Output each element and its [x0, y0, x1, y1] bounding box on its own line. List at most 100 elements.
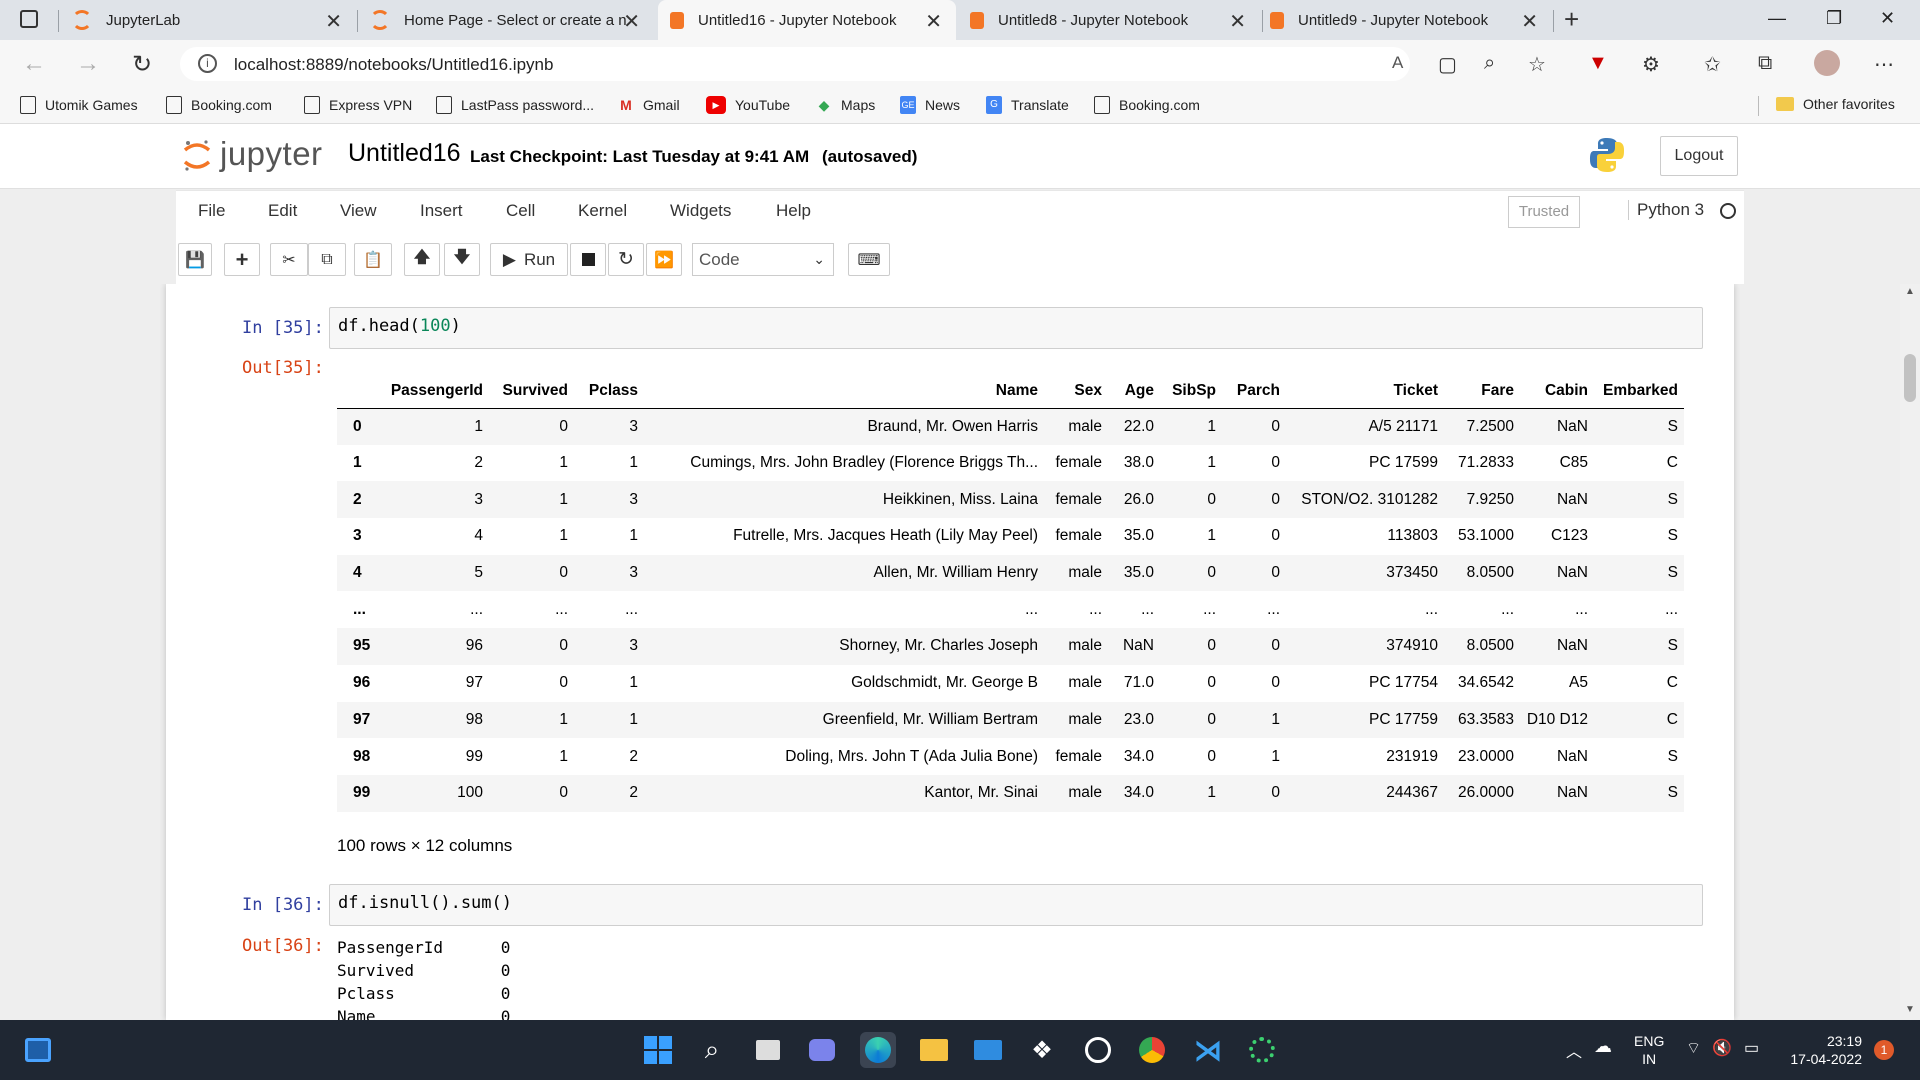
mail-icon[interactable] — [970, 1032, 1006, 1068]
back-icon[interactable]: ← — [22, 50, 46, 78]
widgets-icon[interactable] — [20, 1032, 56, 1068]
loading-app-icon[interactable] — [1244, 1032, 1280, 1068]
teams-chat-icon[interactable] — [804, 1032, 840, 1068]
paste-button[interactable]: 📋 — [354, 243, 392, 276]
favorites-icon[interactable]: ✩ — [1704, 52, 1721, 77]
scroll-down-icon[interactable]: ▼ — [1905, 1004, 1915, 1015]
bookmark-news[interactable]: GE News — [900, 96, 960, 114]
tab-jupyterlab[interactable]: JupyterLab ✕ — [72, 0, 356, 40]
read-aloud-icon[interactable]: A — [1392, 53, 1403, 73]
tab-untitled8[interactable]: Untitled8 - Jupyter Notebook ✕ — [970, 0, 1260, 40]
restart-run-all-button[interactable]: ⏩ — [646, 243, 682, 276]
menu-cell[interactable]: Cell — [506, 201, 535, 221]
show-hidden-icons[interactable]: ︿ — [1566, 1038, 1582, 1062]
language-indicator[interactable]: ENG IN — [1634, 1032, 1664, 1068]
volume-muted-icon[interactable]: 🔇 — [1712, 1038, 1732, 1058]
table-cell: Kantor, Mr. Sinai — [924, 784, 1038, 802]
tab-home-page[interactable]: Home Page - Select or create a n ✕ — [370, 0, 654, 40]
bookmark-lastpass[interactable]: LastPass password... — [436, 96, 594, 114]
tab-untitled16[interactable]: Untitled16 - Jupyter Notebook ✕ — [658, 0, 956, 40]
close-icon[interactable]: ✕ — [623, 9, 640, 34]
search-icon[interactable]: ⌕ — [694, 1032, 730, 1068]
scroll-up-icon[interactable]: ▲ — [1905, 286, 1915, 297]
file-explorer-icon[interactable] — [916, 1032, 952, 1068]
menu-file[interactable]: File — [198, 201, 225, 221]
cell-type-select[interactable]: Code ⌄ — [692, 243, 834, 276]
trusted-badge[interactable]: Trusted — [1508, 196, 1580, 228]
code-cell-input[interactable]: df.head(100) — [329, 307, 1703, 349]
onedrive-icon[interactable]: ☁ — [1594, 1036, 1612, 1057]
reading-view-icon[interactable]: ▢ — [1438, 52, 1457, 77]
notification-badge[interactable]: 1 — [1874, 1040, 1894, 1060]
close-icon[interactable]: ✕ — [1521, 9, 1538, 34]
code-cell-input[interactable]: df.isnull().sum() — [329, 884, 1703, 926]
forward-icon[interactable]: → — [76, 50, 100, 78]
bookmark-booking[interactable]: Booking.com — [166, 96, 272, 114]
bookmark-utomik-games[interactable]: Utomik Games — [20, 96, 138, 114]
close-icon[interactable]: ✕ — [1229, 9, 1246, 34]
close-icon[interactable]: ✕ — [925, 9, 942, 34]
jupyter-logo-icon[interactable] — [182, 138, 212, 172]
chrome-icon[interactable] — [1134, 1032, 1170, 1068]
notebook-name[interactable]: Untitled16 — [348, 139, 461, 168]
menu-help[interactable]: Help — [776, 201, 811, 221]
url-field[interactable]: i localhost:8889/notebooks/Untitled16.ip… — [180, 47, 1410, 81]
bookmark-maps[interactable]: ◆ Maps — [816, 96, 876, 114]
table-cell: Futrelle, Mrs. Jacques Heath (Lily May P… — [733, 527, 1038, 545]
jupyter-logo-text[interactable]: jupyter — [220, 135, 323, 173]
dropbox-icon[interactable]: ❖ — [1024, 1032, 1060, 1068]
insert-cell-button[interactable]: + — [224, 243, 260, 276]
info-icon[interactable]: i — [198, 54, 217, 73]
bookmark-gmail[interactable]: M Gmail — [618, 96, 679, 114]
tab-actions-icon[interactable] — [20, 10, 38, 28]
menu-edit[interactable]: Edit — [268, 201, 297, 221]
wifi-icon[interactable]: ⌔ — [1686, 1038, 1701, 1058]
more-icon[interactable]: ⋯ — [1874, 52, 1894, 77]
copy-button[interactable]: ⧉ — [308, 243, 346, 276]
task-view-icon[interactable] — [750, 1032, 786, 1068]
minimize-icon[interactable]: — — [1768, 8, 1786, 29]
move-down-button[interactable]: 🡇 — [444, 243, 480, 276]
refresh-icon[interactable]: ↻ — [132, 50, 152, 79]
clock[interactable]: 23:19 17-04-2022 — [1782, 1032, 1862, 1068]
table-cell: 100 — [457, 784, 483, 802]
run-button[interactable]: ▶ Run — [490, 243, 568, 276]
bookmark-express-vpn[interactable]: Express VPN — [304, 96, 412, 114]
bookmark-translate[interactable]: G Translate — [986, 96, 1069, 114]
start-icon[interactable] — [640, 1032, 676, 1068]
kernel-name[interactable]: Python 3 — [1628, 200, 1704, 220]
edge-icon[interactable] — [860, 1032, 896, 1068]
close-icon[interactable]: ✕ — [325, 9, 342, 34]
add-favorite-icon[interactable]: ☆ — [1528, 52, 1546, 77]
menu-widgets[interactable]: Widgets — [670, 201, 731, 221]
close-window-icon[interactable]: ✕ — [1880, 8, 1895, 29]
output-prompt: Out[36]: — [242, 936, 324, 956]
profile-avatar[interactable] — [1814, 50, 1840, 76]
bookmark-youtube[interactable]: ▶ YouTube — [706, 96, 790, 114]
interrupt-button[interactable] — [570, 243, 606, 276]
vscode-icon[interactable]: ⋊ — [1190, 1032, 1226, 1068]
table-cell: 0 — [1207, 637, 1216, 655]
cut-button[interactable]: ✂ — [270, 243, 308, 276]
new-tab-icon[interactable]: + — [1564, 4, 1579, 35]
menu-insert[interactable]: Insert — [420, 201, 463, 221]
save-button[interactable]: 💾 — [178, 243, 212, 276]
extension-icon[interactable]: ▼ — [1588, 52, 1608, 75]
menu-view[interactable]: View — [340, 201, 377, 221]
command-palette-button[interactable]: ⌨ — [848, 243, 890, 276]
move-up-button[interactable]: 🡅 — [404, 243, 440, 276]
scrollbar-thumb[interactable] — [1904, 354, 1916, 402]
table-cell: 98 — [465, 710, 483, 728]
other-favorites[interactable]: Other favorites — [1776, 96, 1895, 112]
restart-button[interactable]: ↻ — [608, 243, 644, 276]
menu-kernel[interactable]: Kernel — [578, 201, 627, 221]
bookmark-booking-2[interactable]: Booking.com — [1094, 96, 1200, 114]
collections-icon[interactable]: ⧉ — [1758, 52, 1772, 75]
zoom-icon[interactable]: ⌕ — [1484, 52, 1495, 75]
extensions-icon[interactable]: ⚙ — [1642, 52, 1660, 77]
tab-untitled9[interactable]: Untitled9 - Jupyter Notebook ✕ — [1270, 0, 1552, 40]
restore-icon[interactable]: ❐ — [1826, 8, 1842, 29]
github-icon[interactable] — [1080, 1032, 1116, 1068]
battery-icon[interactable]: ▭ — [1744, 1038, 1759, 1058]
logout-button[interactable]: Logout — [1660, 136, 1738, 176]
